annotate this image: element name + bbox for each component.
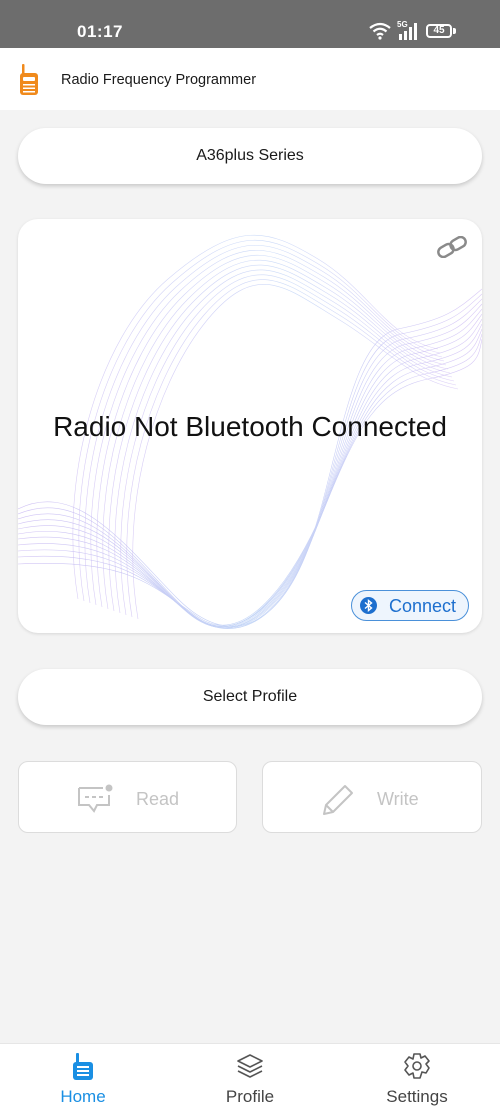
nav-profile[interactable]: Profile xyxy=(195,1044,305,1112)
message-icon xyxy=(78,784,113,813)
pen-icon xyxy=(323,785,353,815)
nav-settings-label: Settings xyxy=(386,1087,448,1106)
bottom-navigation: Home Profile Settings xyxy=(0,1043,500,1112)
connection-status-text: Radio Not Bluetooth Connected xyxy=(53,411,447,442)
app-bar: Radio Frequency Programmer xyxy=(0,48,500,110)
select-profile-label: Select Profile xyxy=(202,688,298,705)
nav-home-label: Home xyxy=(60,1087,106,1106)
gear-icon xyxy=(404,1053,430,1079)
read-button[interactable]: Read xyxy=(18,761,237,833)
connect-button[interactable]: Connect xyxy=(351,590,469,621)
status-time: 01:17 xyxy=(77,22,123,41)
bluetooth-icon xyxy=(360,597,377,614)
series-label: A36plus Series xyxy=(196,147,304,164)
connect-label: Connect xyxy=(389,596,457,616)
nav-home[interactable]: Home xyxy=(28,1044,138,1112)
read-label: Read xyxy=(136,789,180,809)
nav-profile-label: Profile xyxy=(225,1087,275,1106)
battery-tip xyxy=(453,28,456,34)
signal-icon xyxy=(399,23,417,40)
nav-settings[interactable]: Settings xyxy=(362,1044,472,1112)
layers-icon xyxy=(237,1054,263,1078)
battery-indicator: 45 xyxy=(426,24,452,38)
app-title: Radio Frequency Programmer xyxy=(61,72,257,88)
write-button[interactable]: Write xyxy=(262,761,482,833)
walkie-talkie-icon xyxy=(20,64,38,95)
write-label: Write xyxy=(377,789,419,809)
select-profile-button[interactable]: Select Profile xyxy=(18,669,482,725)
status-bar: 01:17 5G 45 xyxy=(0,0,500,48)
series-select-button[interactable]: A36plus Series xyxy=(18,128,482,184)
connection-card: Radio Not Bluetooth Connected Connect xyxy=(18,219,482,633)
walkie-talkie-icon xyxy=(73,1053,93,1080)
link-icon[interactable] xyxy=(434,236,470,258)
wifi-icon xyxy=(369,22,391,40)
